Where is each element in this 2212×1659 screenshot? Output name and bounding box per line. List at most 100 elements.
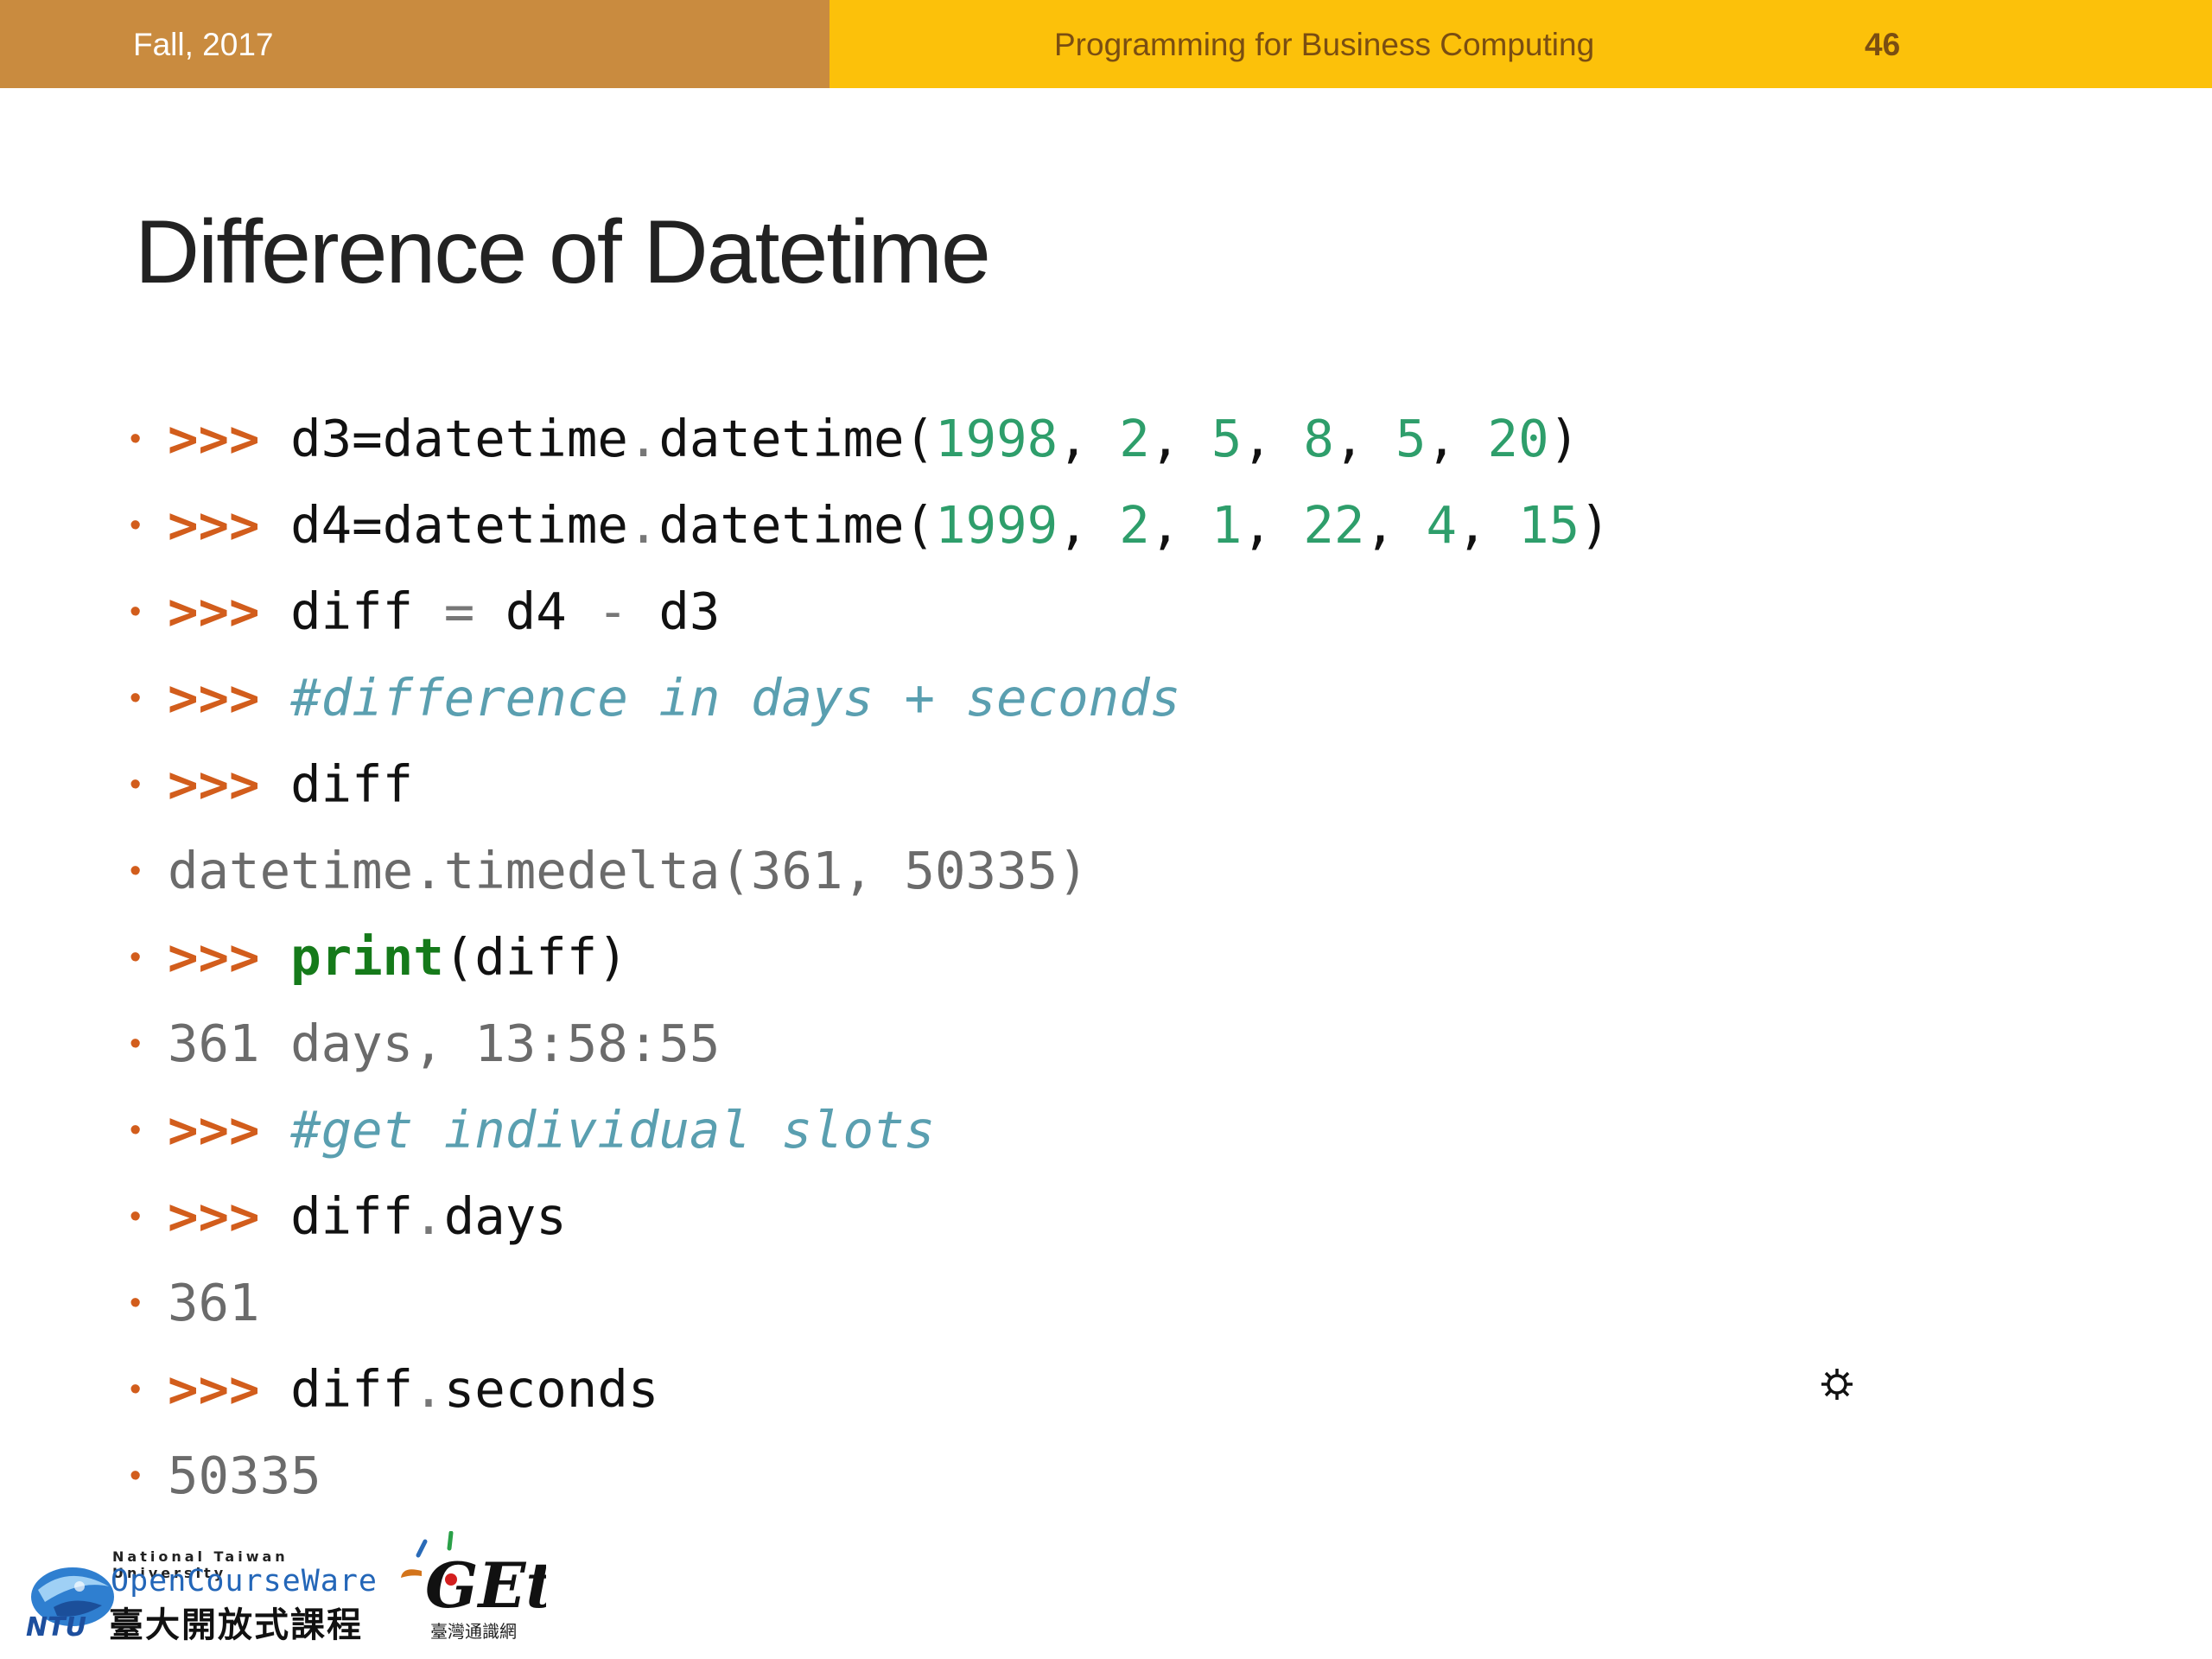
code-prompt-token: >>> — [168, 1186, 260, 1246]
code-input-line: • >>> diff.seconds — [130, 1346, 1611, 1433]
bullet-icon: • — [130, 1371, 142, 1408]
get-logo-mark: GEt — [401, 1530, 555, 1622]
code-op-token: . — [413, 1186, 444, 1246]
code-token: d4 — [474, 582, 598, 641]
code-op-token: - — [597, 582, 628, 641]
code-token: diff — [259, 1186, 414, 1246]
code-token: d3 — [259, 409, 353, 468]
code-token: datetime — [382, 409, 628, 468]
code-num-token: 15 — [1518, 495, 1580, 555]
bullet-icon: • — [130, 680, 142, 716]
ocw-label: OpenCourseWare — [111, 1564, 378, 1599]
code-token: = — [352, 495, 383, 555]
code-num-token: 1999 — [935, 495, 1058, 555]
code-num-token: 1998 — [935, 409, 1058, 468]
code-prompt-token: >>> — [168, 495, 260, 555]
code-num-token: 2 — [1119, 409, 1150, 468]
code-num-token: 1 — [1211, 495, 1243, 555]
code-token: ) — [1548, 409, 1580, 468]
code-op-token: . — [413, 1359, 444, 1419]
semester-label: Fall, 2017 — [133, 27, 274, 62]
bullet-icon: • — [130, 507, 142, 543]
code-kw-token: print — [290, 927, 444, 987]
code-token: diff — [259, 754, 414, 814]
code-token: , — [1457, 495, 1519, 555]
code-token: (diff) — [443, 927, 628, 987]
code-num-token: 2 — [1119, 495, 1150, 555]
code-token: diff — [259, 1359, 414, 1419]
code-input-line: • >>> diff = d4 - d3 — [130, 569, 1611, 655]
code-bullet-list: • >>> d3=datetime.datetime(1998, 2, 5, 8,… — [130, 396, 1611, 1519]
code-token: , — [1333, 409, 1395, 468]
get-logo-text: GEt — [425, 1548, 546, 1618]
code-output-token: datetime.timedelta(361, 50335) — [168, 841, 1089, 900]
code-token: d4 — [259, 495, 353, 555]
bullet-icon: • — [130, 1285, 142, 1321]
bullet-icon: • — [130, 939, 142, 976]
code-output-line: • 361 days, 13:58:55 — [130, 1001, 1611, 1087]
code-comment-token: #difference in days + seconds — [290, 668, 1181, 728]
code-token: = — [352, 409, 383, 468]
code-token: datetime( — [658, 409, 936, 468]
bullet-icon: • — [130, 421, 142, 457]
code-op-token: . — [627, 409, 659, 468]
code-num-token: 5 — [1211, 409, 1243, 468]
code-token: , — [1058, 409, 1120, 468]
code-token: , — [1242, 495, 1304, 555]
bullet-icon: • — [130, 1198, 142, 1235]
code-prompt-token: >>> — [168, 754, 260, 814]
bullet-icon: • — [130, 1458, 142, 1494]
code-token: , — [1242, 409, 1304, 468]
code-prompt-token: >>> — [168, 668, 260, 728]
code-prompt-token: >>> — [168, 927, 260, 987]
slide-header: Fall, 2017 Programming for Business Comp… — [0, 0, 2212, 88]
code-output-token: 50335 — [168, 1446, 321, 1505]
code-token: datetime — [382, 495, 628, 555]
code-num-token: 8 — [1303, 409, 1334, 468]
code-output-token: 361 days, 13:58:55 — [168, 1014, 721, 1073]
code-input-line: • >>> #get individual slots — [130, 1087, 1611, 1173]
page-number: 46 — [1865, 27, 1901, 62]
code-prompt-token: >>> — [168, 1359, 260, 1419]
code-output-line: • 361 — [130, 1260, 1611, 1346]
code-token: days — [443, 1186, 567, 1246]
get-chinese-label: 臺灣通識網 — [430, 1621, 517, 1642]
course-title: Programming for Business Computing — [1054, 27, 1595, 62]
code-input-line: • >>> #difference in days + seconds — [130, 655, 1611, 741]
code-token: datetime( — [658, 495, 936, 555]
gear-icon[interactable] — [1818, 1365, 1856, 1403]
code-output-line: • datetime.timedelta(361, 50335) — [130, 828, 1611, 914]
code-op-token: . — [627, 495, 659, 555]
code-num-token: 20 — [1487, 409, 1549, 468]
code-input-line: • >>> d4=datetime.datetime(1999, 2, 1, 22… — [130, 482, 1611, 569]
code-prompt-token: >>> — [168, 582, 260, 641]
bullet-icon: • — [130, 594, 142, 630]
ntu-tag: NTU — [26, 1612, 86, 1643]
code-token: ) — [1580, 495, 1611, 555]
code-token: , — [1149, 495, 1211, 555]
code-op-token: = — [443, 582, 475, 641]
code-input-line: • >>> diff — [130, 741, 1611, 828]
code-comment-token: #get individual slots — [290, 1100, 936, 1160]
code-prompt-token: >>> — [168, 1100, 260, 1160]
code-token: seconds — [443, 1359, 659, 1419]
code-input-line: • >>> print(diff) — [130, 914, 1611, 1001]
bullet-icon: • — [130, 766, 142, 803]
code-num-token: 5 — [1395, 409, 1427, 468]
ocw-chinese-label: 臺大開放式課程 — [109, 1605, 363, 1645]
header-left-band — [0, 0, 830, 88]
bullet-icon: • — [130, 853, 142, 889]
slide-title: Difference of Datetime — [135, 202, 991, 302]
code-output-line: • 50335 — [130, 1433, 1611, 1519]
bullet-icon: • — [130, 1112, 142, 1148]
code-num-token: 22 — [1303, 495, 1365, 555]
code-num-token: 4 — [1426, 495, 1458, 555]
code-input-line: • >>> d3=datetime.datetime(1998, 2, 5, 8,… — [130, 396, 1611, 482]
code-token: , — [1149, 409, 1211, 468]
code-token: diff — [259, 582, 444, 641]
code-token: d3 — [627, 582, 721, 641]
code-prompt-token: >>> — [168, 409, 260, 468]
